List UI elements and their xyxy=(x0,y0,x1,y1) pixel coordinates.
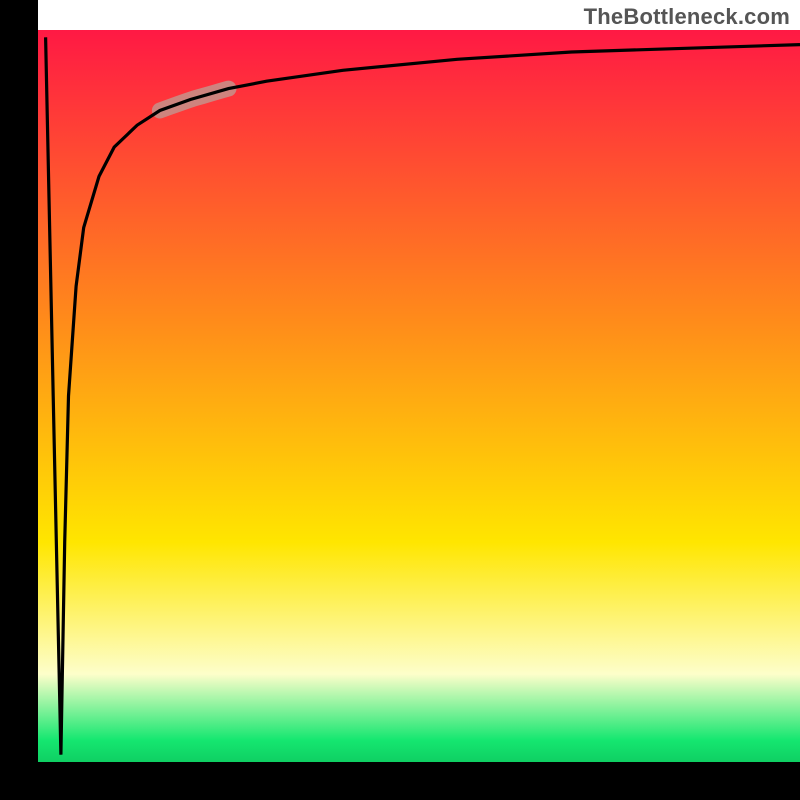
plot-background xyxy=(38,30,800,762)
x-axis-band xyxy=(0,762,800,800)
bottleneck-chart xyxy=(0,0,800,800)
chart-stage: TheBottleneck.com xyxy=(0,0,800,800)
attribution-text: TheBottleneck.com xyxy=(584,4,790,30)
y-axis-band xyxy=(0,0,38,762)
